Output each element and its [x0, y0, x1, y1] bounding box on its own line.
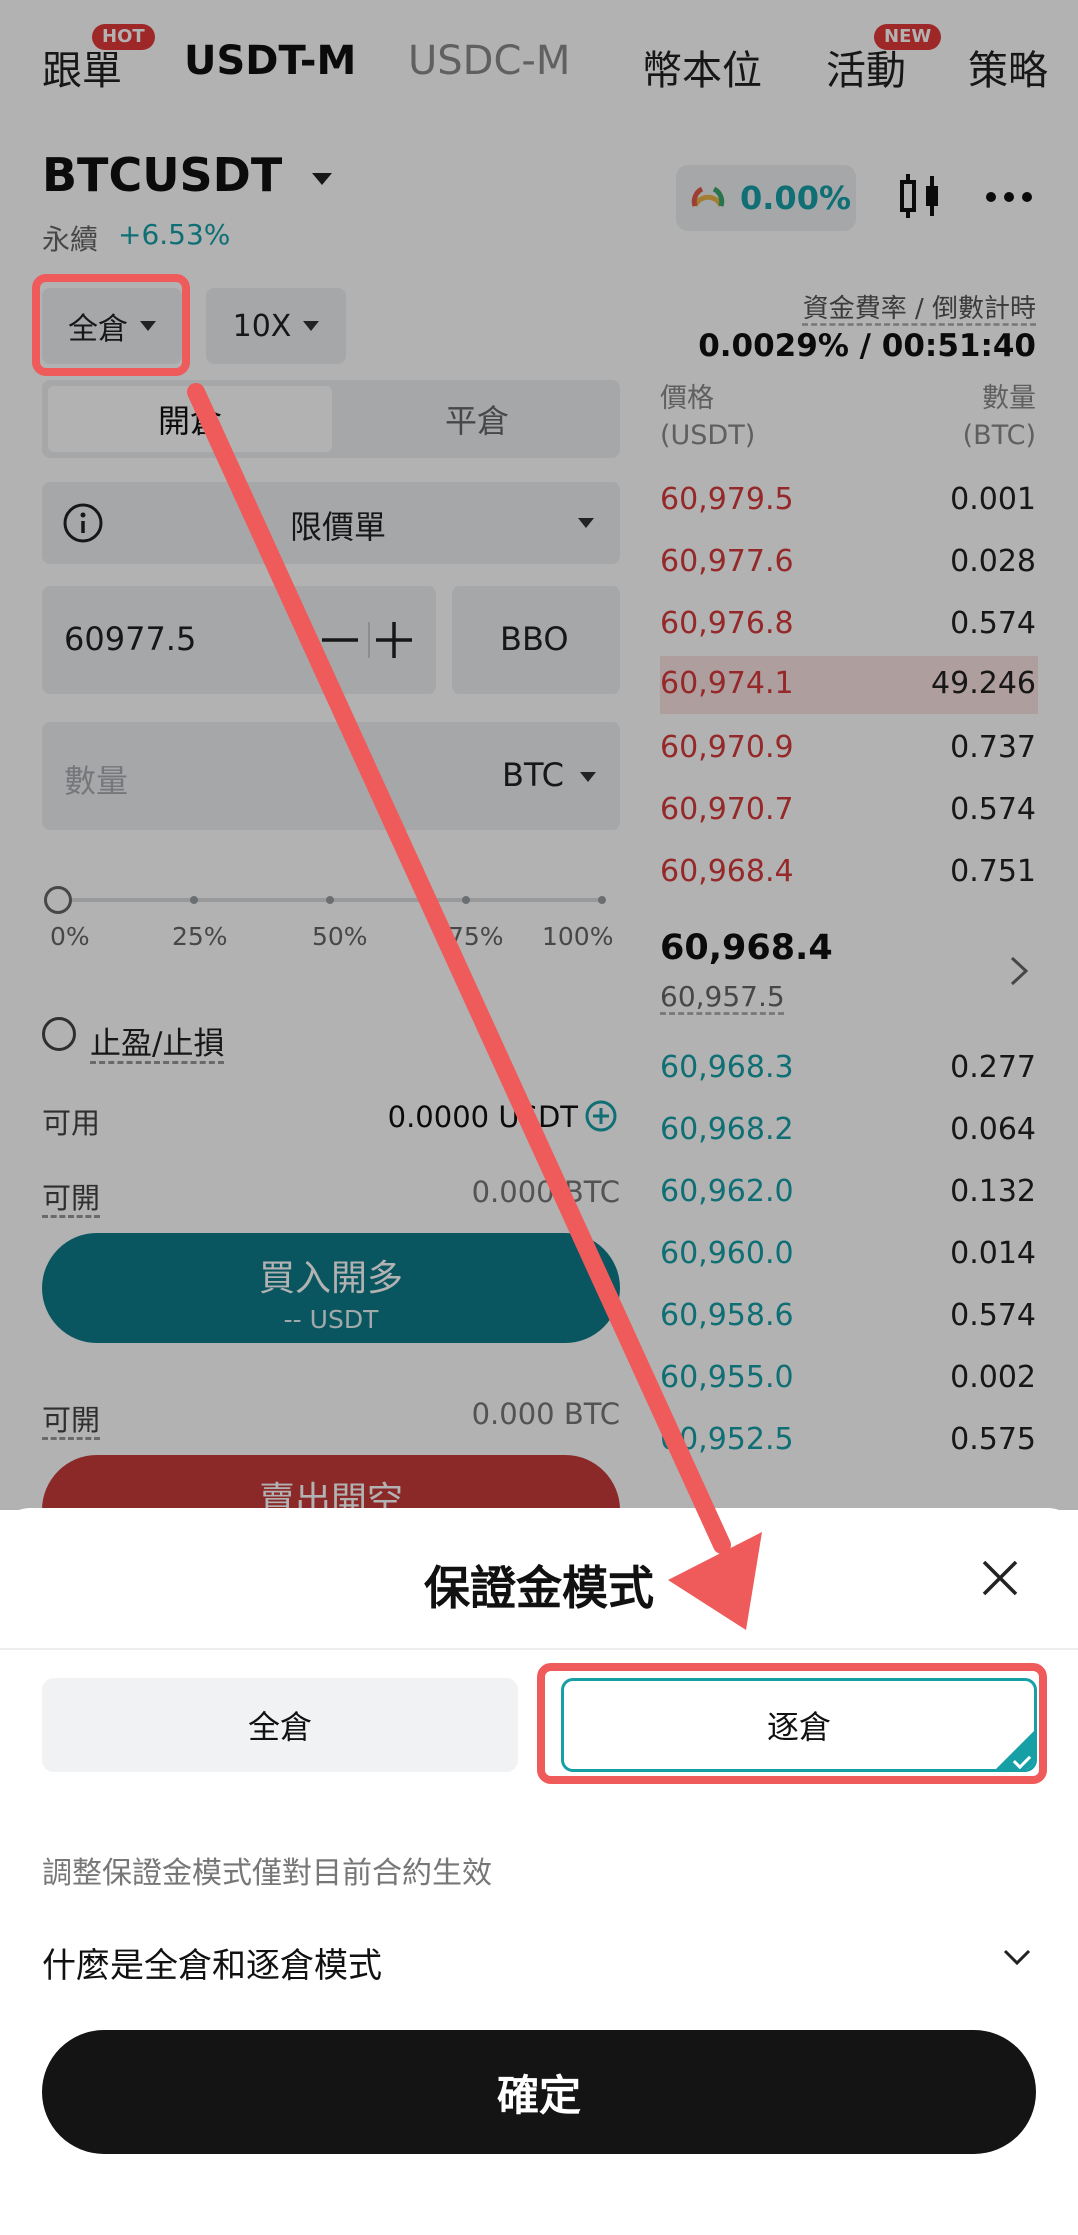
annotation-arrow: [187, 383, 762, 1630]
